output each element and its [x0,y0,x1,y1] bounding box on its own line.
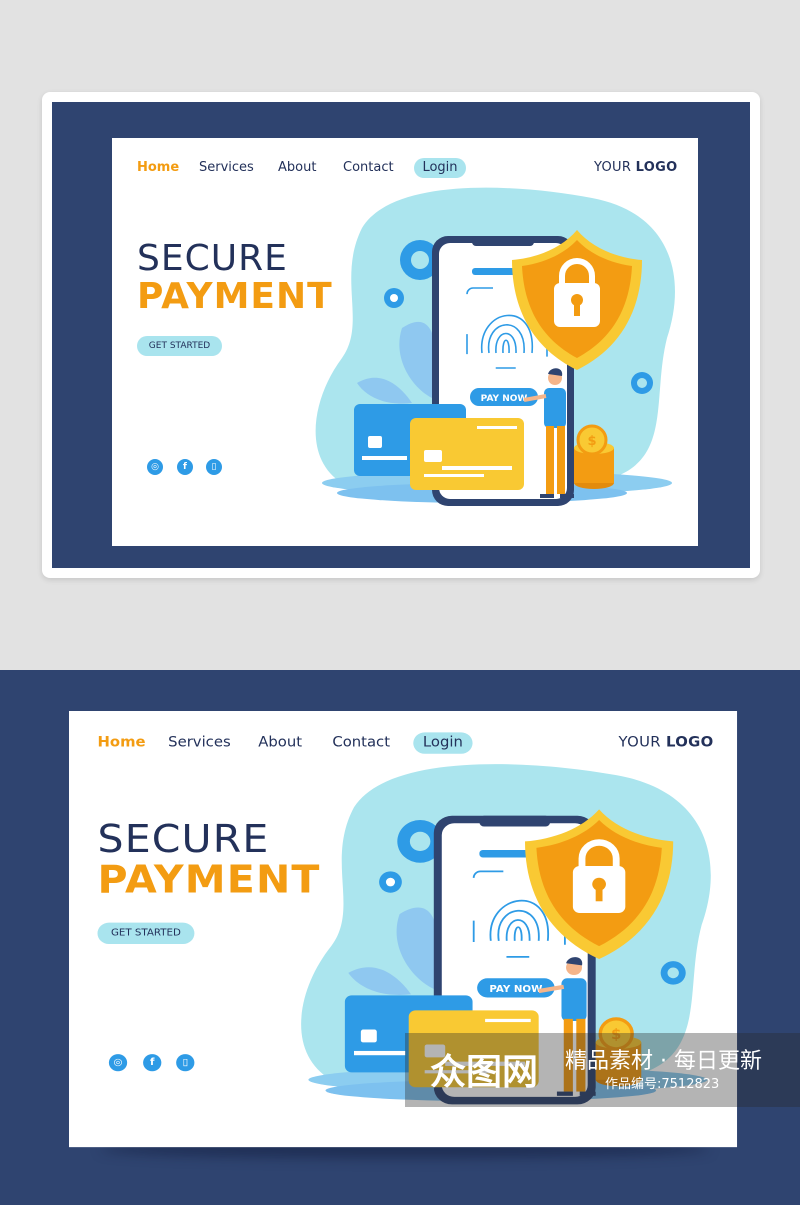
instagram-icon[interactable]: ◎ [147,459,163,475]
hero-title-secure: SECURE [137,238,288,279]
credit-card-yellow [410,418,524,490]
instagram-icon[interactable]: ◎ [108,1054,128,1072]
get-started-button[interactable]: GET STARTED [97,922,195,945]
landing-page: Home Services About Contact Login YOUR L… [112,138,698,546]
facebook-icon[interactable]: f [143,1054,162,1072]
watermark: 众图网 精品素材 · 每日更新 作品编号:7512823 [405,1033,800,1107]
hero-title-secure: SECURE [97,817,270,862]
get-started-button[interactable]: GET STARTED [137,336,222,356]
hero-title-payment: PAYMENT [97,858,321,903]
hero-title-payment: PAYMENT [137,276,333,317]
svg-text:$: $ [587,434,596,449]
phone-icon[interactable]: ▯ [206,459,222,475]
watermark-id: 作品编号:7512823 [605,1077,720,1092]
watermark-logo: 众图网 [430,1052,539,1093]
watermark-slogan: 精品素材 · 每日更新 [565,1049,762,1074]
phone-icon[interactable]: ▯ [176,1054,195,1072]
pay-now-label[interactable]: PAY NOW [489,984,542,995]
pay-now-label[interactable]: PAY NOW [481,394,528,404]
facebook-icon[interactable]: f [177,459,193,475]
